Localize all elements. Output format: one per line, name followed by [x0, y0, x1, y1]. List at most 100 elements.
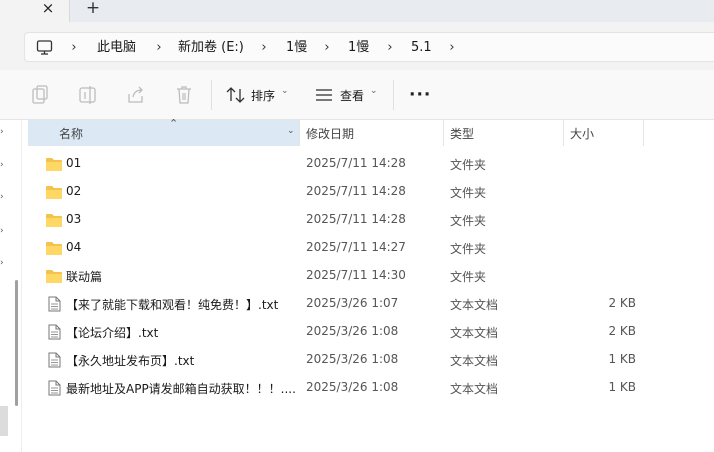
file-name: 【来了就能下载和观看！纯免费！】.txt	[66, 298, 279, 312]
close-tab-button[interactable]: ×	[40, 0, 56, 16]
delete-icon[interactable]	[173, 84, 195, 106]
folder-icon	[45, 240, 63, 256]
expand-chevron-icon[interactable]: ›	[0, 226, 8, 236]
folder-icon	[45, 212, 63, 228]
file-type: 文本文档	[450, 382, 499, 396]
file-name: 最新地址及APP请发邮箱自动获取！！！....	[66, 382, 296, 396]
rename-icon[interactable]	[77, 84, 99, 106]
folder-icon	[45, 184, 63, 200]
nav-selected-item[interactable]	[0, 406, 8, 436]
tab-bar: × +	[0, 0, 714, 22]
file-name: 联动篇	[66, 270, 103, 284]
text-file-icon	[45, 352, 63, 368]
expand-chevron-icon[interactable]: ›	[0, 192, 8, 202]
file-name: 02	[66, 184, 82, 198]
file-size: 2 KB	[608, 324, 636, 338]
text-file-icon	[45, 324, 63, 340]
chevron-right-icon[interactable]: ›	[322, 39, 332, 57]
sort-icon[interactable]	[225, 84, 247, 106]
file-type: 文件夹	[450, 242, 487, 256]
toolbar-divider	[211, 80, 212, 110]
file-row[interactable]: 01 2025/7/11 14:28 文件夹	[23, 150, 714, 178]
file-row[interactable]: 【永久地址发布页】.txt 2025/3/26 1:08 文本文档 1 KB	[23, 346, 714, 374]
file-name: 03	[66, 212, 82, 226]
chevron-down-icon[interactable]: ⌄	[287, 126, 295, 136]
file-type: 文件夹	[450, 186, 487, 200]
file-list: ⌃ 名称 ⌄ 修改日期 类型 大小 01 2025/7/11 14:28 文件夹 02…	[23, 117, 714, 452]
command-bar: 排序 ⌄ 查看 ⌄ ···	[0, 70, 714, 120]
address-bar-region: › 此电脑 › 新加卷 (E:) › 1慢 › 1慢 › 5.1 ›	[0, 22, 714, 70]
file-size: 2 KB	[608, 296, 636, 310]
file-type: 文本文档	[450, 326, 499, 340]
file-size: 1 KB	[608, 380, 636, 394]
file-name: 01	[66, 156, 82, 170]
file-modified-date: 2025/3/26 1:08	[306, 324, 399, 338]
file-type: 文本文档	[450, 354, 499, 368]
file-modified-date: 2025/7/11 14:27	[306, 240, 406, 254]
view-icon[interactable]	[313, 84, 335, 106]
file-row[interactable]: 【来了就能下载和观看！纯免费！】.txt 2025/3/26 1:07 文本文档 2 …	[23, 290, 714, 318]
breadcrumb-drive-e[interactable]: 新加卷 (E:)	[178, 39, 244, 57]
active-tab[interactable]: ×	[0, 0, 70, 22]
file-row[interactable]: 最新地址及APP请发邮箱自动获取！！！.... 2025/3/26 1:08 文本文…	[23, 374, 714, 402]
new-tab-button[interactable]: +	[84, 0, 102, 17]
file-modified-date: 2025/7/11 14:28	[306, 156, 406, 170]
chevron-right-icon[interactable]: ›	[447, 39, 457, 57]
file-name: 【永久地址发布页】.txt	[66, 354, 195, 368]
column-header-row: ⌃ 名称 ⌄ 修改日期 类型 大小	[23, 117, 714, 146]
file-row[interactable]: 04 2025/7/11 14:27 文件夹	[23, 234, 714, 262]
file-modified-date: 2025/3/26 1:07	[306, 296, 399, 310]
breadcrumb-folder-5-1[interactable]: 5.1	[411, 39, 432, 57]
text-file-icon	[45, 296, 63, 312]
nav-scrollbar[interactable]	[15, 280, 18, 406]
column-divider[interactable]	[443, 120, 444, 146]
share-icon[interactable]	[125, 84, 147, 106]
chevron-right-icon[interactable]: ›	[154, 39, 164, 57]
sort-button[interactable]: 排序	[251, 87, 275, 104]
breadcrumb-folder-2[interactable]: 1慢	[348, 39, 369, 57]
file-name: 【论坛介绍】.txt	[66, 326, 159, 340]
file-row[interactable]: 02 2025/7/11 14:28 文件夹	[23, 178, 714, 206]
address-bar[interactable]: › 此电脑 › 新加卷 (E:) › 1慢 › 1慢 › 5.1 ›	[24, 32, 714, 62]
navigation-pane: › › › › ›	[0, 120, 22, 452]
file-modified-date: 2025/3/26 1:08	[306, 352, 399, 366]
file-row[interactable]: 【论坛介绍】.txt 2025/3/26 1:08 文本文档 2 KB	[23, 318, 714, 346]
file-modified-date: 2025/7/11 14:28	[306, 184, 406, 198]
file-type: 文本文档	[450, 298, 499, 312]
expand-chevron-icon[interactable]: ›	[0, 258, 8, 268]
breadcrumb-this-pc[interactable]: 此电脑	[97, 39, 136, 57]
file-row[interactable]: 联动篇 2025/7/11 14:30 文件夹	[23, 262, 714, 290]
expand-chevron-icon[interactable]: ›	[0, 160, 8, 170]
sort-ascending-icon: ⌃	[169, 117, 179, 130]
chevron-right-icon[interactable]: ›	[259, 39, 269, 57]
column-divider[interactable]	[299, 120, 300, 146]
column-header-date[interactable]: 修改日期	[306, 125, 354, 142]
file-modified-date: 2025/7/11 14:30	[306, 268, 406, 282]
file-type: 文件夹	[450, 270, 487, 284]
folder-icon	[45, 156, 63, 172]
more-options-button[interactable]: ···	[409, 85, 431, 105]
chevron-right-icon[interactable]: ›	[69, 39, 79, 57]
computer-icon[interactable]	[36, 39, 53, 56]
text-file-icon	[45, 380, 63, 396]
folder-icon	[45, 268, 63, 284]
column-divider[interactable]	[563, 120, 564, 146]
toolbar-divider	[393, 80, 394, 110]
column-divider[interactable]	[643, 120, 644, 146]
chevron-right-icon[interactable]: ›	[385, 39, 395, 57]
file-type: 文件夹	[450, 158, 487, 172]
breadcrumb-folder-1[interactable]: 1慢	[286, 39, 307, 57]
chevron-down-icon[interactable]: ⌄	[370, 86, 378, 96]
file-modified-date: 2025/3/26 1:08	[306, 380, 399, 394]
chevron-down-icon[interactable]: ⌄	[281, 86, 289, 96]
file-modified-date: 2025/7/11 14:28	[306, 212, 406, 226]
file-row[interactable]: 03 2025/7/11 14:28 文件夹	[23, 206, 714, 234]
column-header-size[interactable]: 大小	[570, 125, 594, 142]
column-header-type[interactable]: 类型	[450, 125, 474, 142]
copy-icon[interactable]	[29, 84, 51, 106]
file-name: 04	[66, 240, 82, 254]
column-header-name-label[interactable]: 名称	[59, 125, 83, 142]
view-button[interactable]: 查看	[340, 87, 364, 104]
file-type: 文件夹	[450, 214, 487, 228]
expand-chevron-icon[interactable]: ›	[0, 127, 8, 137]
